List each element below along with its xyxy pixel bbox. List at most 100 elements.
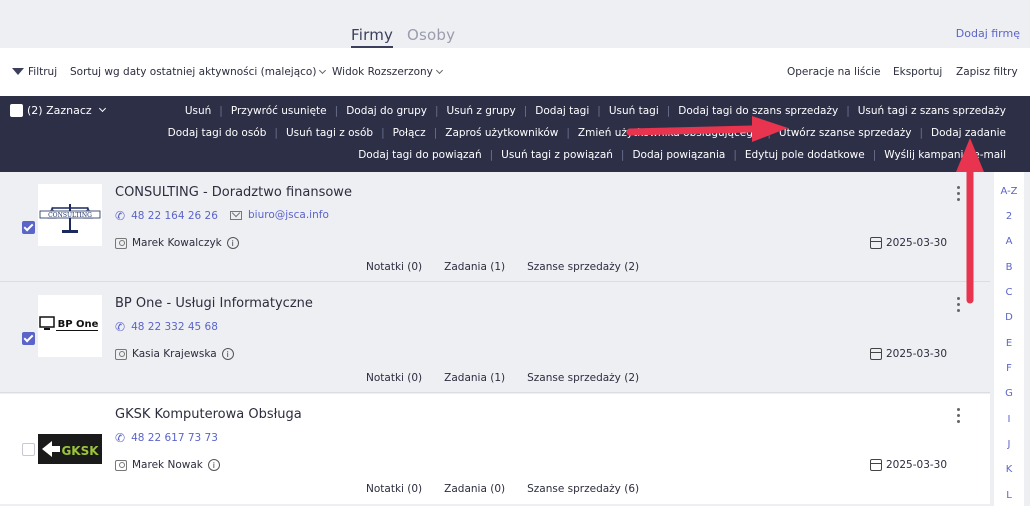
company-phone[interactable]: ✆ 48 22 164 26 26 bbox=[115, 209, 218, 223]
owner-name: Marek Kowalczyk bbox=[132, 237, 222, 249]
action-remove-tags-persons[interactable]: Usuń tagi z osób bbox=[286, 127, 373, 139]
action-row-3: Dodaj tagi do powiązań | Usuń tagi z powi… bbox=[358, 149, 1006, 161]
action-remove-tags-opportunities[interactable]: Usuń tagi z szans sprzedaży bbox=[858, 105, 1006, 117]
company-name[interactable]: BP One - Usługi Informatyczne bbox=[115, 296, 313, 311]
svg-text:GKSK: GKSK bbox=[61, 444, 99, 458]
action-create-opportunities[interactable]: Utwórz szanse sprzedaży bbox=[779, 127, 912, 139]
company-date: 2025-03-30 bbox=[870, 237, 947, 249]
svg-text:BP One: BP One bbox=[58, 319, 99, 330]
action-add-to-group[interactable]: Dodaj do grupy bbox=[346, 105, 427, 117]
phone-number: 48 22 617 73 73 bbox=[131, 432, 218, 444]
row-checkbox[interactable] bbox=[22, 221, 35, 234]
row-checkbox[interactable] bbox=[22, 443, 35, 456]
company-name[interactable]: GKSK Komputerowa Obsługa bbox=[115, 407, 302, 422]
action-remove-tags-relations[interactable]: Usuń tagi z powiązań bbox=[501, 149, 613, 161]
action-remove-tags[interactable]: Usuń tagi bbox=[609, 105, 659, 117]
company-phone[interactable]: ✆ 48 22 617 73 73 bbox=[115, 431, 218, 445]
alpha-letter[interactable]: C bbox=[994, 287, 1024, 298]
action-change-user[interactable]: Zmień użytkownika obsługującego bbox=[578, 127, 759, 139]
select-all-dropdown[interactable]: (2) Zaznacz bbox=[10, 104, 106, 117]
action-add-tags-opportunities[interactable]: Dodaj tagi do szans sprzedaży bbox=[678, 105, 838, 117]
action-remove-from-group[interactable]: Usuń z grupy bbox=[447, 105, 516, 117]
date-value: 2025-03-30 bbox=[886, 459, 948, 471]
notes-link[interactable]: Notatki (0) bbox=[366, 261, 422, 273]
select-all-checkbox[interactable] bbox=[10, 104, 23, 117]
action-add-tags-relations[interactable]: Dodaj tagi do powiązań bbox=[358, 149, 481, 161]
alpha-letter[interactable]: K bbox=[994, 464, 1024, 475]
alpha-letter[interactable]: F bbox=[994, 363, 1024, 374]
owner-name: Marek Nowak bbox=[132, 459, 203, 471]
alpha-letter[interactable]: 2 bbox=[994, 211, 1024, 222]
alpha-letter[interactable]: E bbox=[994, 338, 1024, 349]
phone-icon: ✆ bbox=[115, 209, 126, 223]
row-checkbox[interactable] bbox=[22, 332, 35, 345]
save-filters-button[interactable]: Zapisz filtry bbox=[956, 66, 1018, 78]
action-add-tags[interactable]: Dodaj tagi bbox=[535, 105, 589, 117]
company-stats: Notatki (0) Zadania (0) Szanse sprzedaży… bbox=[366, 483, 639, 495]
more-options-icon[interactable] bbox=[956, 186, 962, 204]
filter-button[interactable]: Filtruj bbox=[12, 66, 57, 78]
more-options-icon[interactable] bbox=[956, 408, 962, 426]
alpha-letter[interactable]: A-Z bbox=[994, 186, 1024, 197]
email-address: biuro@jsca.info bbox=[248, 209, 329, 221]
action-add-tags-persons[interactable]: Dodaj tagi do osób bbox=[168, 127, 267, 139]
opportunities-link[interactable]: Szanse sprzedaży (2) bbox=[527, 372, 639, 384]
view-label: Widok Rozszerzony bbox=[332, 66, 433, 78]
action-delete[interactable]: Usuń bbox=[185, 105, 211, 117]
action-send-email-campaign[interactable]: Wyślij kampanię e-mail bbox=[884, 149, 1006, 161]
company-card: GKSK GKSK Komputerowa Obsługa ✆ 48 22 617… bbox=[0, 394, 990, 504]
card-divider bbox=[0, 281, 990, 282]
date-value: 2025-03-30 bbox=[886, 237, 948, 249]
alpha-letter[interactable]: D bbox=[994, 312, 1024, 323]
action-add-task[interactable]: Dodaj zadanie bbox=[931, 127, 1006, 139]
action-invite-users[interactable]: Zaproś użytkowników bbox=[445, 127, 558, 139]
company-name[interactable]: CONSULTING - Doradztwo finansowe bbox=[115, 185, 352, 200]
info-icon[interactable]: i bbox=[207, 459, 220, 471]
more-options-icon[interactable] bbox=[956, 297, 962, 315]
alpha-letter[interactable]: G bbox=[994, 388, 1024, 399]
company-logo: CONSULTING bbox=[38, 184, 102, 246]
company-date: 2025-03-30 bbox=[870, 348, 947, 360]
info-icon[interactable]: i bbox=[221, 348, 234, 360]
phone-icon: ✆ bbox=[115, 431, 126, 445]
opportunities-link[interactable]: Szanse sprzedaży (6) bbox=[527, 483, 639, 495]
action-restore-deleted[interactable]: Przywróć usunięte bbox=[231, 105, 327, 117]
phone-number: 48 22 332 45 68 bbox=[131, 321, 218, 333]
action-row-1: Usuń | Przywróć usunięte | Dodaj do grupy |… bbox=[184, 105, 1006, 117]
company-email[interactable]: biuro@jsca.info bbox=[230, 209, 329, 221]
person-icon bbox=[115, 348, 127, 360]
phone-icon: ✆ bbox=[115, 320, 126, 334]
notes-link[interactable]: Notatki (0) bbox=[366, 372, 422, 384]
mail-icon bbox=[230, 210, 242, 220]
chevron-down-icon bbox=[319, 66, 327, 75]
person-icon bbox=[115, 237, 127, 249]
sort-dropdown[interactable]: Sortuj wg daty ostatniej aktywności (mal… bbox=[70, 66, 327, 78]
notes-link[interactable]: Notatki (0) bbox=[366, 483, 422, 495]
alpha-letter[interactable]: I bbox=[994, 414, 1024, 425]
date-value: 2025-03-30 bbox=[886, 348, 948, 360]
company-phone[interactable]: ✆ 48 22 332 45 68 bbox=[115, 320, 218, 334]
action-edit-custom-field[interactable]: Edytuj pole dodatkowe bbox=[745, 149, 865, 161]
company-stats: Notatki (0) Zadania (1) Szanse sprzedaży… bbox=[366, 372, 639, 384]
alpha-letter[interactable]: B bbox=[994, 262, 1024, 273]
info-icon[interactable]: i bbox=[226, 237, 239, 249]
alpha-letter[interactable]: J bbox=[994, 439, 1024, 450]
person-icon bbox=[115, 459, 127, 471]
export-button[interactable]: Eksportuj bbox=[893, 66, 942, 78]
list-operations-button[interactable]: Operacje na liście bbox=[787, 66, 881, 78]
tasks-link[interactable]: Zadania (0) bbox=[444, 483, 505, 495]
add-company-link[interactable]: Dodaj firmę bbox=[956, 27, 1020, 40]
view-dropdown[interactable]: Widok Rozszerzony bbox=[332, 66, 443, 78]
alpha-letter[interactable]: A bbox=[994, 236, 1024, 247]
tab-firmy[interactable]: Firmy bbox=[351, 26, 394, 48]
action-add-relations[interactable]: Dodaj powiązania bbox=[632, 149, 725, 161]
company-card: BP One BP One - Usługi Informatyczne ✆ 48… bbox=[0, 283, 990, 393]
alpha-letter[interactable]: L bbox=[994, 490, 1024, 501]
opportunities-link[interactable]: Szanse sprzedaży (2) bbox=[527, 261, 639, 273]
tasks-link[interactable]: Zadania (1) bbox=[444, 261, 505, 273]
action-merge[interactable]: Połącz bbox=[393, 127, 426, 139]
tab-osoby[interactable]: Osoby bbox=[407, 26, 455, 44]
tasks-link[interactable]: Zadania (1) bbox=[444, 372, 505, 384]
svg-text:CONSULTING: CONSULTING bbox=[48, 212, 92, 219]
company-owner: Marek Kowalczyk i bbox=[115, 237, 239, 249]
